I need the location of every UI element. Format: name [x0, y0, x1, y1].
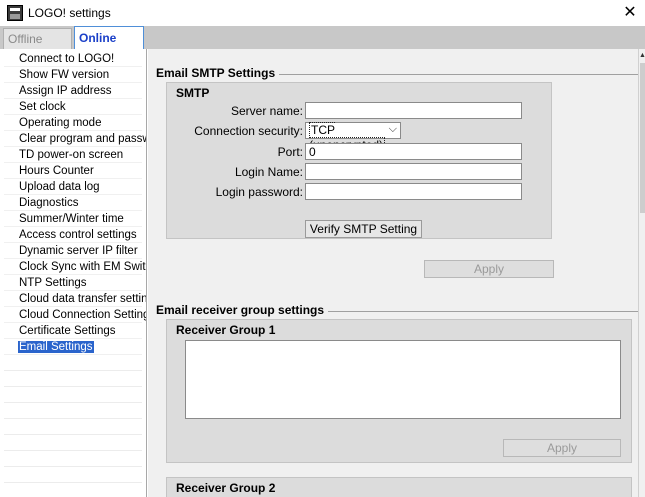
nav-empty-row — [4, 419, 142, 435]
nav-item-label: Upload data log — [19, 181, 100, 193]
nav-item-cloud-connection[interactable]: Cloud Connection Settings — [4, 307, 146, 323]
nav-item-certificate[interactable]: Certificate Settings — [4, 323, 142, 339]
nav-item-label: Set clock — [19, 101, 66, 113]
window-title: LOGO! settings — [28, 6, 111, 20]
nav-empty-row — [4, 355, 142, 371]
nav-item-label: NTP Settings — [19, 277, 87, 289]
receiver-group-1-apply-button[interactable]: Apply — [503, 439, 621, 457]
scroll-up-arrow-icon[interactable]: ▲ — [639, 52, 645, 60]
nav-item-label: Operating mode — [19, 117, 102, 129]
nav-item-label: Email Settings — [18, 341, 94, 353]
tab-bar: Offline settings Online settings — [0, 26, 645, 68]
nav-item-label: Connect to LOGO! — [19, 53, 115, 65]
login-name-input[interactable] — [305, 163, 522, 180]
verify-smtp-button[interactable]: Verify SMTP Setting — [305, 220, 422, 238]
nav-item-set-clock[interactable]: Set clock — [4, 99, 142, 115]
port-input[interactable] — [305, 143, 522, 160]
nav-item-label: Diagnostics — [19, 197, 79, 209]
nav-item-clock-sync[interactable]: Clock Sync with EM Switch — [4, 259, 146, 275]
nav-empty-row — [4, 483, 142, 497]
tab-offline-settings[interactable]: Offline settings — [3, 28, 72, 67]
nav-empty-row — [4, 467, 142, 483]
nav-item-label: Access control settings — [19, 229, 137, 241]
nav-item-diagnostics[interactable]: Diagnostics — [4, 195, 142, 211]
receiver-section-title: Email receiver group settings — [156, 303, 329, 317]
logo-app-icon — [7, 5, 23, 21]
nav-item-label: Show FW version — [19, 69, 110, 81]
scroll-thumb[interactable] — [640, 63, 645, 213]
nav-item-td-power-on[interactable]: TD power-on screen — [4, 147, 142, 163]
nav-item-upload-data-log[interactable]: Upload data log — [4, 179, 142, 195]
port-label: Port: — [277, 145, 303, 159]
nav-item-access-control[interactable]: Access control settings — [4, 227, 142, 243]
nav-item-label: Certificate Settings — [19, 325, 116, 337]
connection-security-select[interactable]: TCP (unencrypted) ⌵ — [305, 122, 401, 153]
receiver-group-1-textarea[interactable] — [185, 340, 621, 419]
nav-empty-row — [4, 387, 142, 403]
nav-item-label: Hours Counter — [19, 165, 94, 177]
nav-item-label: Cloud Connection Settings — [19, 309, 147, 321]
server-name-input[interactable] — [305, 102, 522, 119]
email-settings-panel: Email SMTP Settings SMTP Server name: Co… — [148, 49, 638, 497]
tab-online-settings[interactable]: Online settings — [74, 26, 144, 68]
nav-item-ip-filter[interactable]: Dynamic server IP filter — [4, 243, 142, 259]
title-bar: LOGO! settings ✕ — [0, 0, 645, 26]
smtp-section-title: Email SMTP Settings — [156, 66, 280, 80]
nav-empty-row — [4, 451, 142, 467]
nav-item-label: Summer/Winter time — [19, 213, 124, 225]
smtp-group: SMTP Server name: Connection security: T… — [166, 82, 552, 239]
section-divider — [243, 74, 638, 75]
nav-item-label: Clock Sync with EM Switch — [19, 261, 147, 273]
smtp-apply-button[interactable]: Apply — [424, 260, 554, 278]
login-password-label: Login password: — [215, 185, 303, 199]
login-name-label: Login Name: — [234, 165, 303, 179]
nav-item-connect[interactable]: Connect to LOGO! — [4, 51, 142, 67]
receiver-group-2: Receiver Group 2 — [166, 477, 632, 497]
nav-item-ntp[interactable]: NTP Settings — [4, 275, 142, 291]
nav-empty-row — [4, 371, 142, 387]
nav-item-hours-counter[interactable]: Hours Counter — [4, 163, 142, 179]
nav-empty-row — [4, 403, 142, 419]
login-password-input[interactable] — [305, 183, 522, 200]
nav-item-fw-version[interactable]: Show FW version — [4, 67, 142, 83]
nav-item-label: TD power-on screen — [19, 149, 124, 161]
vertical-scrollbar[interactable]: ▲ — [638, 49, 645, 497]
nav-item-label: Dynamic server IP filter — [19, 245, 138, 257]
connection-security-label: Connection security: — [194, 124, 303, 138]
smtp-group-title: SMTP — [176, 86, 210, 100]
nav-item-summer-winter[interactable]: Summer/Winter time — [4, 211, 142, 227]
receiver-group-1-title: Receiver Group 1 — [176, 323, 276, 337]
settings-nav: Connect to LOGO! Show FW version Assign … — [0, 49, 147, 497]
nav-item-label: Assign IP address — [19, 85, 112, 97]
close-icon[interactable]: ✕ — [619, 3, 641, 23]
nav-item-ip-address[interactable]: Assign IP address — [4, 83, 142, 99]
nav-item-label: Clear program and password — [19, 133, 146, 145]
chevron-down-icon: ⌵ — [388, 123, 397, 135]
receiver-group-1: Receiver Group 1 Apply — [166, 319, 632, 463]
nav-empty-row — [4, 435, 142, 451]
nav-item-cloud-transfer[interactable]: Cloud data transfer settings — [4, 291, 146, 307]
nav-item-clear-program[interactable]: Clear program and password — [4, 131, 146, 147]
nav-item-label: Cloud data transfer settings — [19, 293, 147, 305]
receiver-group-2-title: Receiver Group 2 — [176, 481, 276, 495]
nav-item-email-settings[interactable]: Email Settings — [4, 339, 142, 355]
server-name-label: Server name: — [230, 104, 303, 118]
nav-item-operating-mode[interactable]: Operating mode — [4, 115, 142, 131]
